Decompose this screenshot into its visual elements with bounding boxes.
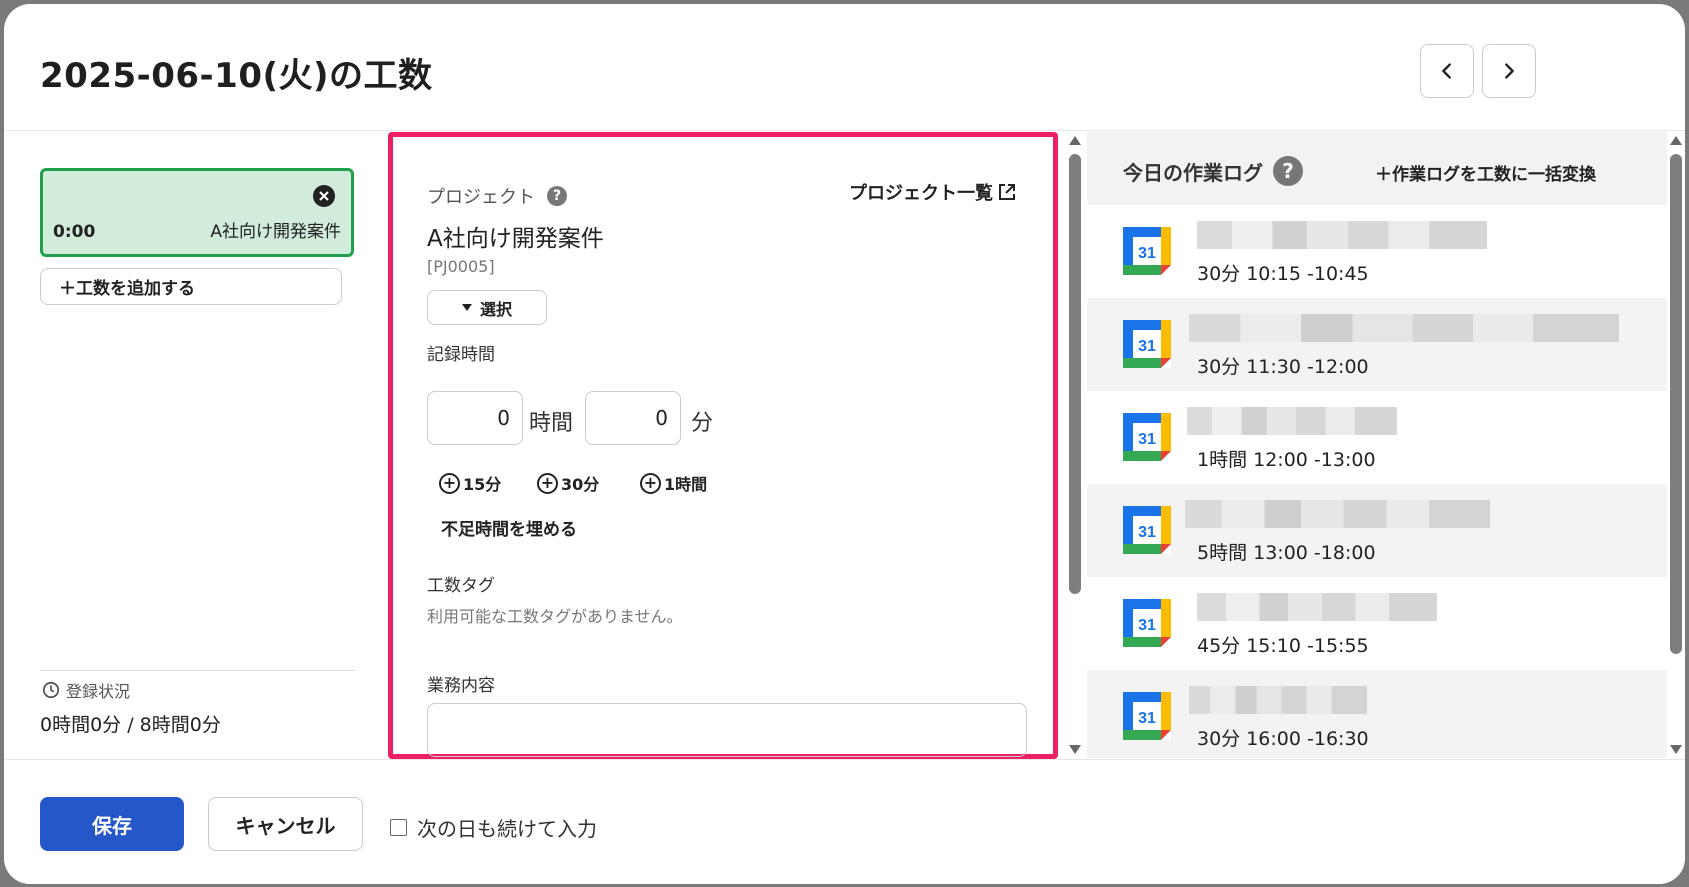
calendar-day-text: 31 xyxy=(1138,431,1156,448)
caret-down-icon xyxy=(461,303,472,311)
scroll-up-icon[interactable] xyxy=(1670,136,1682,145)
close-icon[interactable] xyxy=(313,185,335,207)
hours-input[interactable]: 0 xyxy=(427,391,523,445)
google-calendar-icon: 31 xyxy=(1123,692,1171,740)
work-hours-modal: 2025-06-10(火)の工数 0:00 A社向け開発案件 ＋工数を追加する … xyxy=(4,4,1685,884)
calendar-day-text: 31 xyxy=(1138,338,1156,355)
save-button[interactable]: 保存 xyxy=(40,797,184,851)
continue-checkbox[interactable] xyxy=(390,819,407,836)
plus-circle-icon: + xyxy=(439,472,460,494)
entry-project: A社向け開発案件 xyxy=(210,222,341,242)
entry-form-panel: プロジェクト ? プロジェクト一覧 A社向け開発案件 [PJ0005] 選択 記… xyxy=(388,132,1058,759)
project-code: [PJ0005] xyxy=(427,257,495,276)
minutes-unit: 分 xyxy=(691,411,714,436)
work-entry-card[interactable]: 0:00 A社向け開発案件 xyxy=(40,168,354,257)
help-icon[interactable]: ? xyxy=(1273,156,1303,186)
chevron-left-icon xyxy=(1442,63,1451,79)
add-entry-button[interactable]: ＋工数を追加する xyxy=(40,268,342,305)
task-description-input[interactable] xyxy=(427,703,1027,757)
work-log-panel: 今日の作業ログ ? ＋作業ログを工数に一括変換 31 30分 10:15 -10… xyxy=(1087,132,1667,758)
hours-unit: 時間 xyxy=(529,411,574,436)
status-value: 0時間0分 / 8時間0分 xyxy=(40,714,221,736)
log-time: 45分 15:10 -15:55 xyxy=(1197,635,1369,657)
clock-icon xyxy=(42,681,60,699)
quick-label: 30分 xyxy=(561,475,600,494)
google-calendar-icon: 31 xyxy=(1123,227,1171,275)
calendar-day-text: 31 xyxy=(1138,710,1156,727)
divider xyxy=(40,670,355,671)
fill-remaining-button[interactable]: 不足時間を埋める xyxy=(441,515,577,540)
quick-label: 1時間 xyxy=(664,475,708,494)
work-log-header: 今日の作業ログ ? ＋作業ログを工数に一括変換 xyxy=(1087,132,1667,205)
plus-circle-icon: + xyxy=(640,472,661,494)
next-day-button[interactable] xyxy=(1482,44,1536,98)
add-30min-button[interactable]: + 30分 xyxy=(537,471,599,495)
prev-day-button[interactable] xyxy=(1420,44,1474,98)
cancel-button[interactable]: キャンセル xyxy=(208,797,363,851)
log-item[interactable]: 31 45分 15:10 -15:55 xyxy=(1087,577,1667,670)
project-label: プロジェクト xyxy=(427,187,535,208)
google-calendar-icon: 31 xyxy=(1123,506,1171,554)
entry-list-panel: 0:00 A社向け開発案件 ＋工数を追加する 登録状況 0時間0分 / 8時間0… xyxy=(4,132,388,758)
project-list-label: プロジェクト一覧 xyxy=(849,183,993,204)
log-time: 1時間 12:00 -13:00 xyxy=(1197,449,1376,471)
log-item[interactable]: 31 30分 10:15 -10:45 xyxy=(1087,205,1667,298)
work-log-title: 今日の作業ログ xyxy=(1123,160,1263,185)
log-item[interactable]: 31 1時間 12:00 -13:00 xyxy=(1087,391,1667,484)
log-item[interactable]: 31 30分 11:30 -12:00 xyxy=(1087,298,1667,391)
blurred-title xyxy=(1189,686,1367,714)
status-label-row: 登録状況 xyxy=(42,678,130,702)
status-label: 登録状況 xyxy=(66,682,131,701)
tags-label: 工数タグ xyxy=(427,576,495,596)
center-scrollbar[interactable] xyxy=(1066,132,1084,758)
scroll-thumb[interactable] xyxy=(1069,154,1081,594)
blurred-title xyxy=(1197,221,1487,249)
chevron-right-icon xyxy=(1505,63,1514,79)
scroll-up-icon[interactable] xyxy=(1069,136,1081,145)
select-label: 選択 xyxy=(479,299,512,319)
log-item[interactable]: 31 30分 16:00 -16:30 xyxy=(1087,670,1667,758)
modal-footer: 保存 キャンセル 次の日も続けて入力 xyxy=(4,759,1685,884)
external-link-icon xyxy=(999,184,1015,200)
task-label: 業務内容 xyxy=(427,676,495,696)
blurred-title xyxy=(1185,500,1490,528)
project-select-button[interactable]: 選択 xyxy=(427,290,547,325)
project-name: A社向け開発案件 xyxy=(427,226,604,252)
help-icon[interactable]: ? xyxy=(547,186,567,206)
calendar-day-text: 31 xyxy=(1138,617,1156,634)
add-1hour-button[interactable]: + 1時間 xyxy=(640,471,707,495)
worklog-scrollbar[interactable] xyxy=(1667,132,1685,758)
google-calendar-icon: 31 xyxy=(1123,599,1171,647)
scroll-down-icon[interactable] xyxy=(1670,745,1682,754)
scroll-down-icon[interactable] xyxy=(1069,745,1081,754)
project-label-row: プロジェクト ? xyxy=(427,183,567,209)
plus-circle-icon: + xyxy=(537,472,558,494)
modal-header: 2025-06-10(火)の工数 xyxy=(4,4,1685,131)
continue-label: 次の日も続けて入力 xyxy=(417,817,597,841)
minutes-input[interactable]: 0 xyxy=(585,391,681,445)
scroll-thumb[interactable] xyxy=(1670,154,1682,654)
log-time: 5時間 13:00 -18:00 xyxy=(1197,542,1376,564)
quick-label: 15分 xyxy=(463,475,502,494)
google-calendar-icon: 31 xyxy=(1123,413,1171,461)
log-time: 30分 10:15 -10:45 xyxy=(1197,263,1369,285)
calendar-day-text: 31 xyxy=(1138,245,1156,262)
log-time: 30分 11:30 -12:00 xyxy=(1197,356,1369,378)
project-list-link[interactable]: プロジェクト一覧 xyxy=(849,179,1017,205)
page-title: 2025-06-10(火)の工数 xyxy=(40,56,433,96)
calendar-day-text: 31 xyxy=(1138,524,1156,541)
blurred-title xyxy=(1189,314,1619,342)
add-15min-button[interactable]: + 15分 xyxy=(439,471,501,495)
record-time-label: 記録時間 xyxy=(427,345,495,365)
tags-empty-text: 利用可能な工数タグがありません。 xyxy=(427,607,683,626)
bulk-convert-button[interactable]: ＋作業ログを工数に一括変換 xyxy=(1375,160,1596,185)
blurred-title xyxy=(1197,593,1437,621)
blurred-title xyxy=(1187,407,1397,435)
continue-next-day-option[interactable]: 次の日も続けて入力 xyxy=(390,813,597,842)
work-log-title-row: 今日の作業ログ ? xyxy=(1123,156,1303,186)
entry-time: 0:00 xyxy=(53,222,96,242)
log-time: 30分 16:00 -16:30 xyxy=(1197,728,1369,750)
log-item[interactable]: 31 5時間 13:00 -18:00 xyxy=(1087,484,1667,577)
google-calendar-icon: 31 xyxy=(1123,320,1171,368)
